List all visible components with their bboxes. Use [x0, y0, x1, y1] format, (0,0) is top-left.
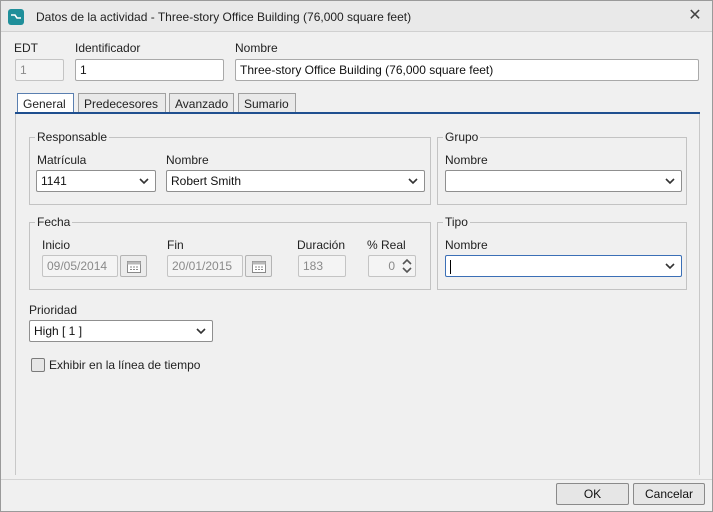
title-bar: Datos de la actividad - Three-story Offi… [1, 1, 712, 32]
edt-label: EDT [14, 41, 38, 55]
responsable-legend: Responsable [35, 130, 110, 144]
footer-divider [1, 479, 712, 480]
prioridad-select[interactable]: High [ 1 ] [29, 320, 213, 342]
chevron-down-icon [196, 328, 206, 335]
chevron-down-icon [408, 178, 418, 185]
tipo-nombre-label: Nombre [445, 238, 488, 252]
identifier-label: Identificador [75, 41, 141, 55]
real-spinner[interactable]: 0 [368, 255, 416, 277]
tipo-nombre-select[interactable] [445, 255, 682, 277]
close-icon[interactable]: ✕ [684, 6, 706, 26]
tab-predecesores[interactable]: Predecesores [78, 93, 166, 113]
tab-avanzado[interactable]: Avanzado [169, 93, 234, 113]
matricula-label: Matrícula [37, 153, 87, 167]
window-title: Datos de la actividad - Three-story Offi… [36, 10, 412, 24]
chevron-down-icon [139, 178, 149, 185]
name-label: Nombre [235, 41, 278, 55]
calendar-icon [127, 261, 141, 273]
chevron-down-icon [665, 178, 675, 185]
fin-label: Fin [167, 238, 184, 252]
responsable-nombre-value: Robert Smith [171, 174, 242, 188]
inicio-field: 09/05/2014 [42, 255, 118, 277]
matricula-select[interactable]: 1141 [36, 170, 156, 192]
timeline-checkbox[interactable] [31, 358, 45, 372]
edt-field: 1 [15, 59, 64, 81]
cancel-button[interactable]: Cancelar [633, 483, 705, 505]
identifier-field[interactable]: 1 [75, 59, 224, 81]
duracion-label: Duración [297, 238, 346, 252]
calendar-icon [252, 261, 266, 273]
real-label: % Real [367, 238, 406, 252]
prioridad-label: Prioridad [29, 303, 78, 317]
text-cursor [450, 259, 451, 274]
app-icon [8, 9, 24, 25]
matricula-value: 1141 [41, 174, 67, 188]
grupo-legend: Grupo [443, 130, 481, 144]
duracion-field: 183 [298, 255, 346, 277]
inicio-label: Inicio [42, 238, 71, 252]
name-field[interactable]: Three-story Office Building (76,000 squa… [235, 59, 699, 81]
responsable-nombre-label: Nombre [166, 153, 209, 167]
chevron-down-icon [665, 263, 675, 270]
timeline-label: Exhibir en la línea de tiempo [49, 358, 201, 372]
spinner-arrows-icon [402, 258, 412, 274]
grupo-nombre-label: Nombre [445, 153, 488, 167]
fecha-legend: Fecha [35, 215, 73, 229]
grupo-nombre-select[interactable] [445, 170, 682, 192]
activity-dialog: Datos de la actividad - Three-story Offi… [0, 0, 713, 512]
prioridad-value: High [ 1 ] [34, 324, 83, 338]
tab-general[interactable]: General [17, 93, 74, 114]
inicio-calendar-button[interactable] [120, 255, 147, 277]
fin-calendar-button[interactable] [245, 255, 272, 277]
tipo-legend: Tipo [443, 215, 470, 229]
ok-button[interactable]: OK [556, 483, 629, 505]
tab-sumario[interactable]: Sumario [238, 93, 296, 113]
responsable-nombre-select[interactable]: Robert Smith [166, 170, 425, 192]
fin-field: 20/01/2015 [167, 255, 243, 277]
real-value: 0 [388, 259, 395, 273]
